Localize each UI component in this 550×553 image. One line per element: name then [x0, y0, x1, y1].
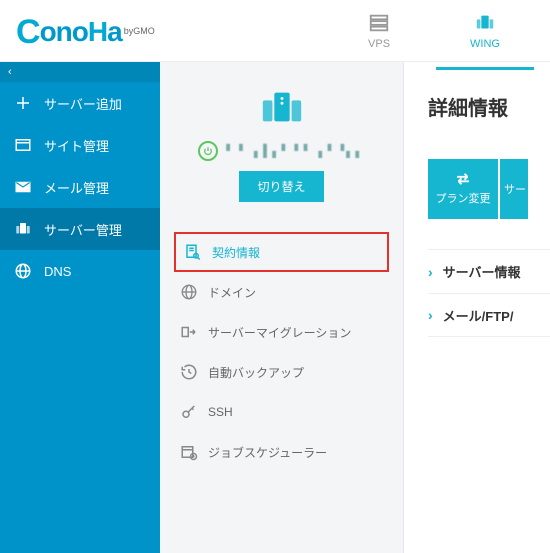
detail-row-label: メール/FTP/ [443, 306, 514, 325]
sidebar-item-label: サイト管理 [44, 136, 109, 155]
plus-icon [14, 94, 32, 112]
sidebar-collapse-toggle[interactable]: ‹ [0, 62, 160, 82]
submenu-item-contract[interactable]: 契約情報 [174, 232, 389, 272]
server-big-icon [259, 88, 305, 131]
plan-change-button[interactable]: プラン変更 [428, 159, 498, 219]
server-stack-icon [368, 12, 390, 34]
sidebar-item-label: サーバー管理 [44, 220, 122, 239]
schedule-icon [180, 443, 198, 461]
www-globe-icon [180, 283, 198, 301]
sidebar-item-dns[interactable]: DNS [0, 250, 160, 292]
sidebar-item-add-server[interactable]: サーバー追加 [0, 82, 160, 124]
submenu-item-label: ドメイン [208, 284, 256, 301]
window-icon [14, 136, 32, 154]
tab-vps[interactable]: VPS [358, 6, 400, 56]
swap-icon [454, 172, 472, 186]
sidebar-item-label: DNS [44, 264, 71, 279]
brand-byline: byGMO [124, 26, 155, 36]
sidebar: ‹ サーバー追加 サイト管理 メール管理 サーバー管理 DNS [0, 62, 160, 553]
server-icon [14, 220, 32, 238]
detail-row-mail-ftp[interactable]: › メール/FTP/ [428, 293, 550, 337]
sidebar-item-server[interactable]: サーバー管理 [0, 208, 160, 250]
chevron-right-icon: › [428, 264, 433, 280]
history-icon [180, 363, 198, 381]
brand-logo[interactable]: ConoHa [16, 11, 122, 50]
submenu-item-label: SSH [208, 405, 233, 419]
detail-row-server-info[interactable]: › サーバー情報 [428, 249, 550, 293]
subpanel: ▘▝ ▖▌▖▘▝▝ ▖▘▝▖▖ 切り替え 契約情報 ドメイン サーバーマイグレー… [160, 62, 404, 553]
submenu-item-ssh[interactable]: SSH [174, 392, 389, 432]
chevron-left-icon: ‹ [8, 66, 12, 78]
submenu-item-label: サーバーマイグレーション [208, 324, 351, 341]
page-title: 詳細情報 [428, 92, 550, 121]
server-name: ▘▝ ▖▌▖▘▝▝ ▖▘▝▖▖ [226, 144, 364, 158]
submenu-item-label: 契約情報 [212, 244, 260, 261]
key-icon [180, 403, 198, 421]
submenu-item-scheduler[interactable]: ジョブスケジューラー [174, 432, 389, 472]
submenu-item-domain[interactable]: ドメイン [174, 272, 389, 312]
sidebar-item-site[interactable]: サイト管理 [0, 124, 160, 166]
detail-panel: 詳細情報 プラン変更 サー › サーバー情報 › メール/FTP/ [404, 62, 550, 553]
submenu-item-label: 自動バックアップ [208, 364, 304, 381]
sidebar-item-label: サーバー追加 [44, 94, 122, 113]
tab-wing[interactable]: WING [460, 6, 510, 56]
sidebar-item-label: メール管理 [44, 178, 109, 197]
server-action-button-partial[interactable]: サー [500, 159, 528, 219]
plan-change-label: プラン変更 [436, 190, 491, 206]
switch-server-button[interactable]: 切り替え [239, 171, 323, 202]
tab-vps-label: VPS [368, 38, 390, 50]
power-icon [198, 141, 218, 161]
document-search-icon [184, 243, 202, 261]
sidebar-item-mail[interactable]: メール管理 [0, 166, 160, 208]
globe-icon [14, 262, 32, 280]
wing-server-icon [474, 12, 496, 34]
submenu-item-backup[interactable]: 自動バックアップ [174, 352, 389, 392]
chevron-right-icon: › [428, 307, 433, 323]
submenu-item-migration[interactable]: サーバーマイグレーション [174, 312, 389, 352]
migration-icon [180, 323, 198, 341]
submenu-item-label: ジョブスケジューラー [208, 444, 327, 461]
tab-wing-label: WING [470, 38, 500, 50]
mail-icon [14, 178, 32, 196]
detail-row-label: サーバー情報 [443, 262, 521, 281]
server-action-label: サー [504, 181, 526, 197]
